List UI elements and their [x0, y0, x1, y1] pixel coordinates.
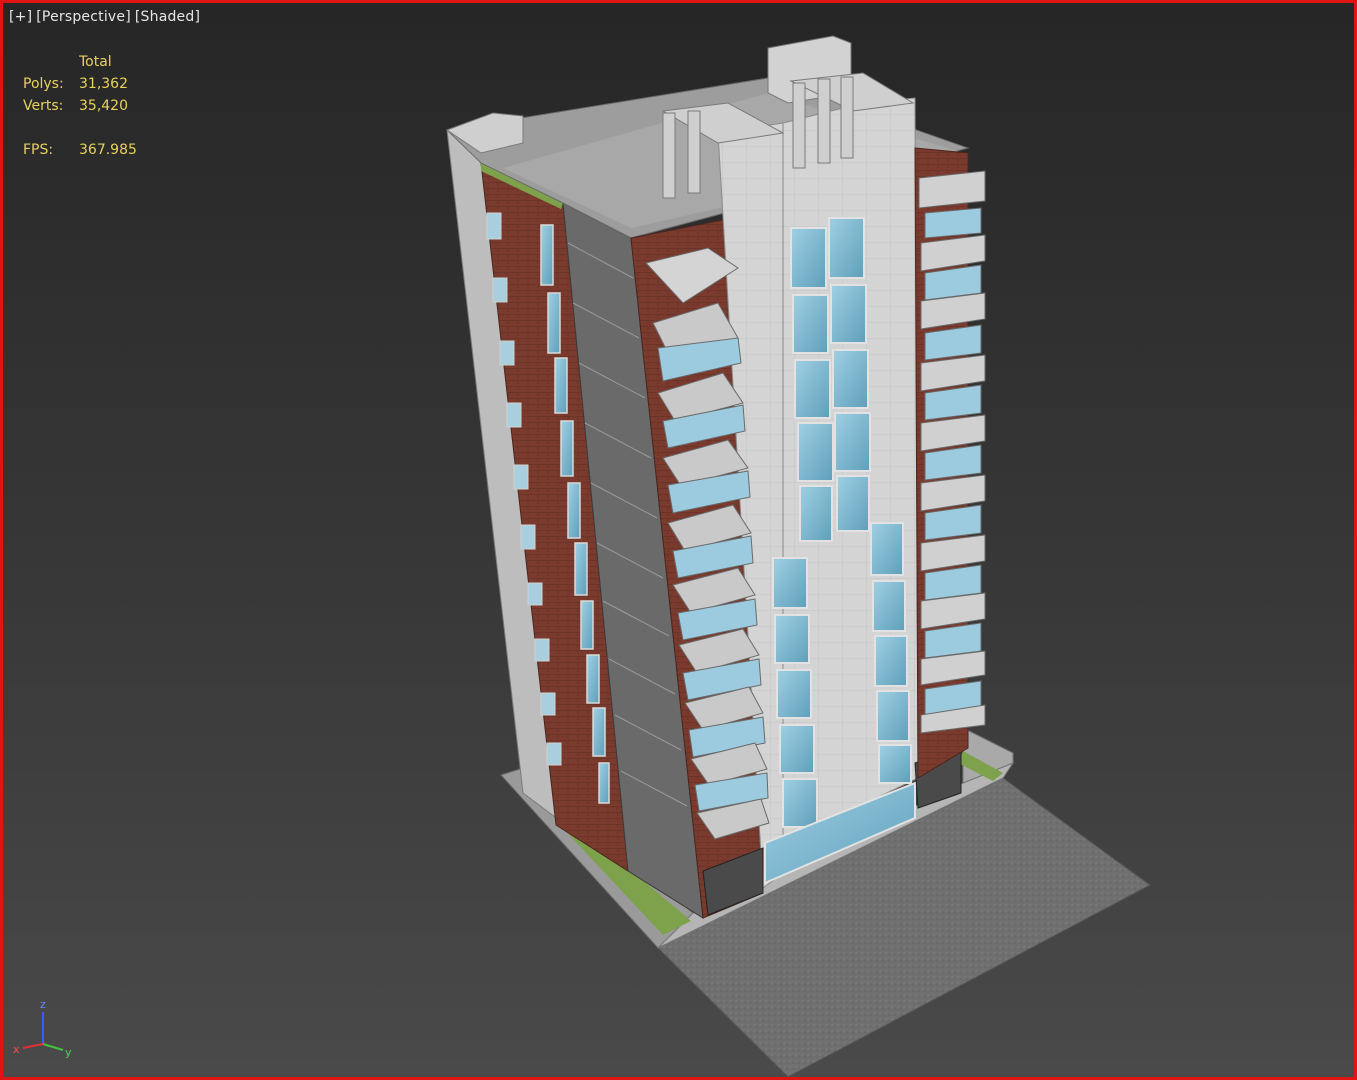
axis-tripod-icon: z y x: [13, 998, 72, 1059]
viewport-menu-button[interactable]: [+]: [9, 9, 32, 25]
fps-label: FPS:: [23, 142, 54, 158]
axis-y-label: y: [65, 1046, 72, 1059]
fps-value: 367.985: [79, 142, 137, 158]
view-type-button[interactable]: [Perspective]: [36, 9, 131, 25]
right-balconies: [918, 170, 986, 734]
viewport-label: [+] [Perspective] [Shaded]: [9, 9, 204, 25]
verts-value: 35,420: [79, 98, 128, 114]
3d-viewport[interactable]: [+] [Perspective] [Shaded] Total Polys: 31,…: [0, 0, 1357, 1080]
scene-render[interactable]: [3, 3, 1354, 1077]
statistics-overlay: Total Polys: 31,362 Verts: 35,420 FPS: 367.…: [23, 51, 137, 161]
shading-mode-button[interactable]: [Shaded]: [135, 9, 200, 25]
verts-label: Verts:: [23, 98, 64, 114]
axis-z-label: z: [40, 998, 46, 1011]
polys-value: 31,362: [79, 76, 128, 92]
axis-x-label: x: [13, 1043, 20, 1056]
stats-header: Total: [79, 54, 112, 70]
central-windows-upper: [790, 217, 871, 542]
polys-label: Polys:: [23, 76, 64, 92]
